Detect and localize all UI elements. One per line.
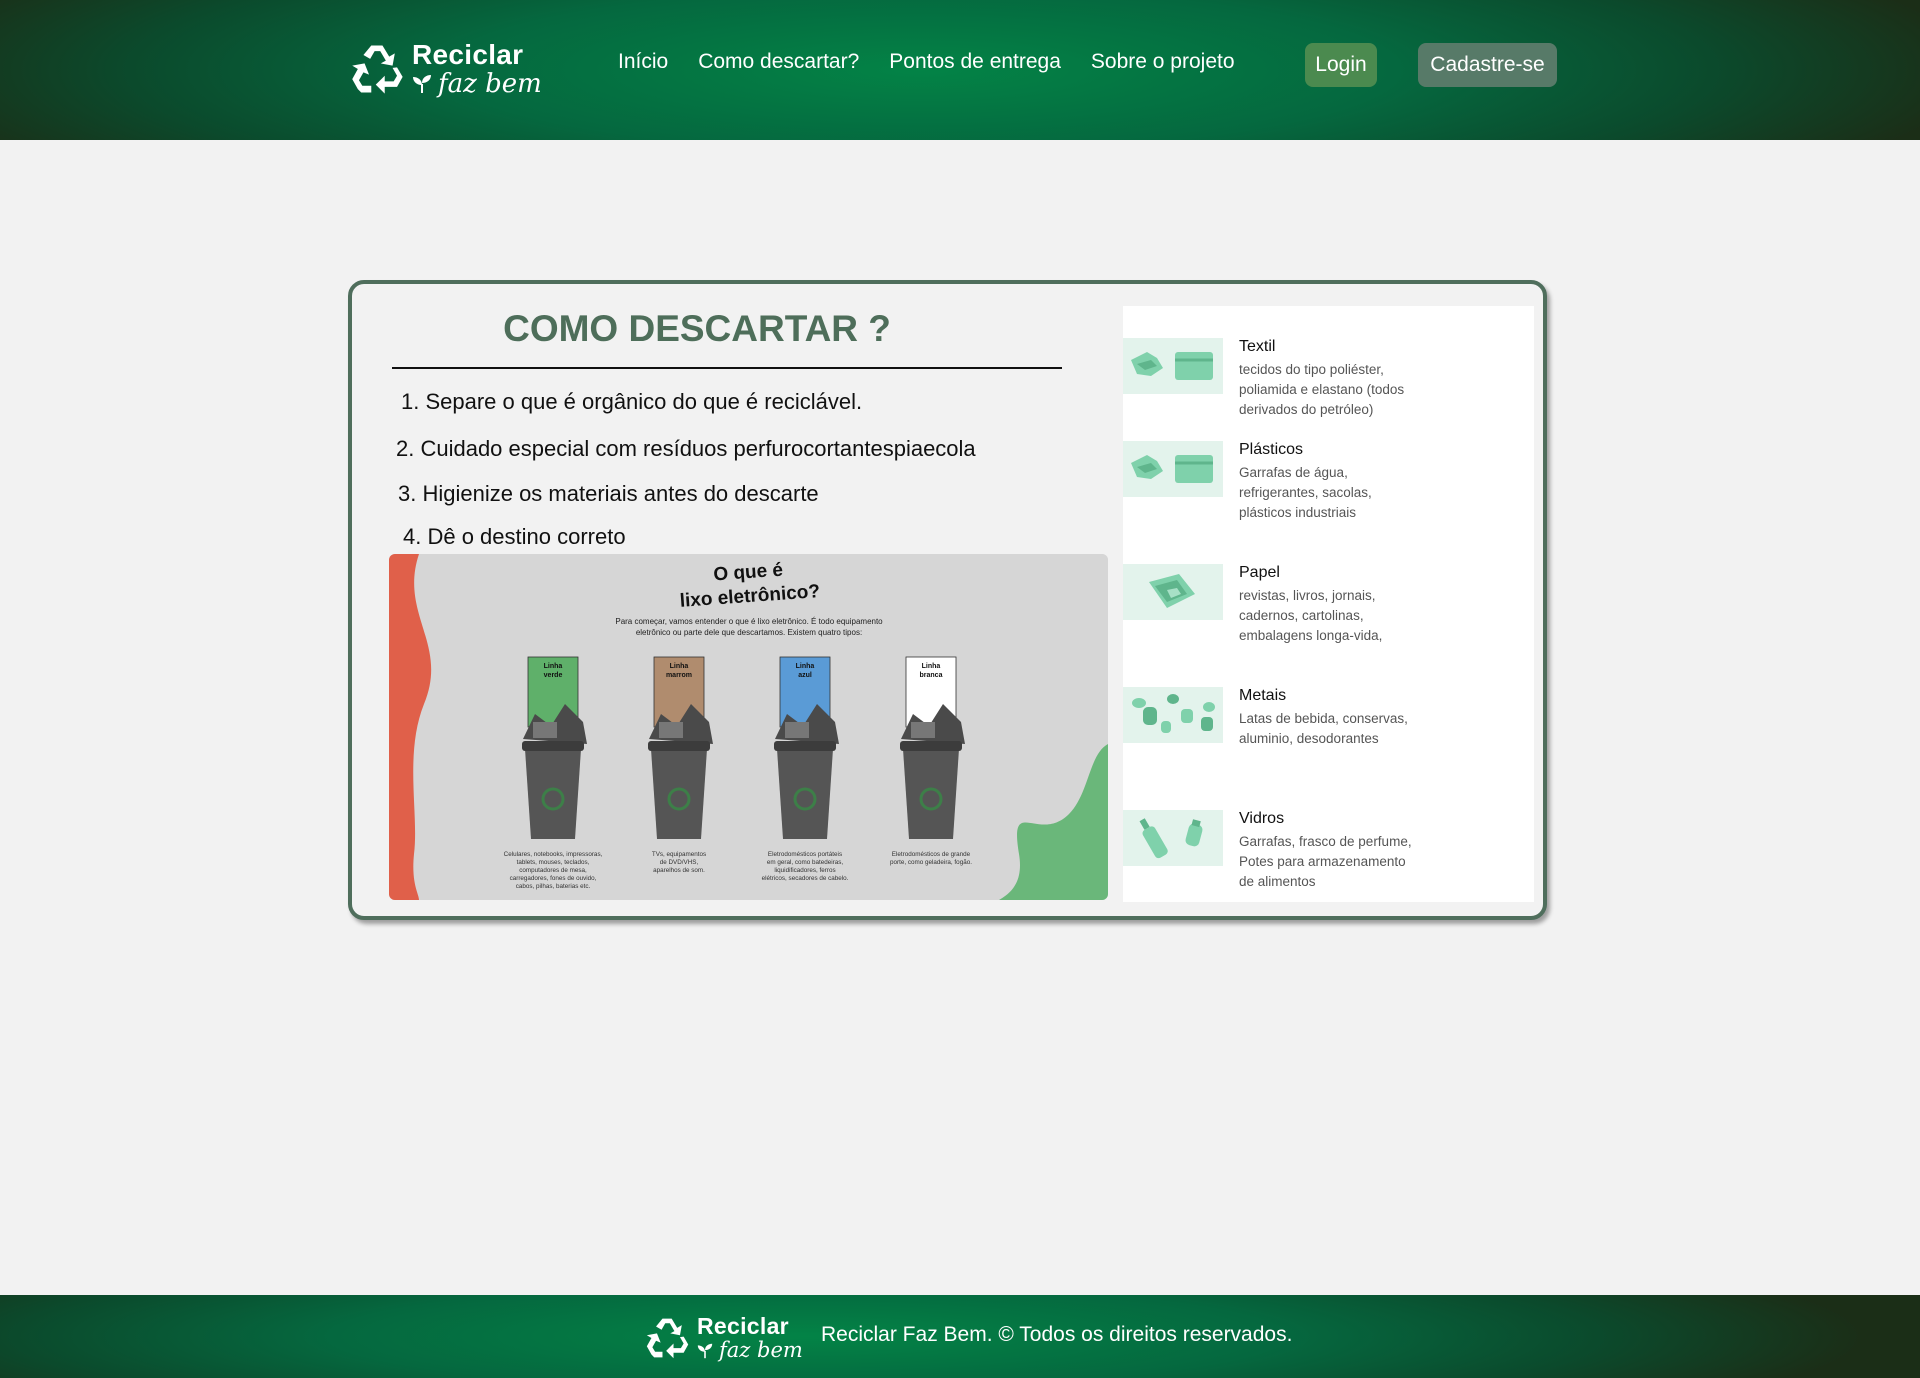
bin-label: Linha: [922, 663, 941, 670]
brand-tagline: faz bem: [719, 1338, 803, 1362]
bin-caption: Eletrodomésticos de grande: [892, 851, 971, 858]
bin-caption: Eletrodomésticos portáteis: [768, 851, 842, 858]
bin-label: marrom: [666, 672, 692, 679]
bin-label: verde: [544, 672, 563, 679]
bin-caption: computadores de mesa,: [519, 867, 587, 874]
nav-inicio[interactable]: Início: [618, 50, 668, 74]
material-desc: Garrafas, frasco de perfume, Potes para a…: [1239, 834, 1412, 889]
trash-bin-rim: [900, 741, 962, 751]
bin-caption: cabos, pilhas, baterias etc.: [516, 883, 591, 890]
trash-bin-rim: [648, 741, 710, 751]
material-name: Plásticos: [1239, 441, 1304, 458]
bin-caption: aparelhos de som.: [653, 867, 705, 874]
trash-bin: [903, 749, 959, 839]
signup-button[interactable]: Cadastre-se: [1418, 43, 1557, 87]
site-footer: Reciclar faz bem Reciclar Faz Bem. © Tod…: [0, 1295, 1920, 1378]
paper-icon: [1123, 564, 1223, 620]
material-desc: revistas, livros, jornais, cadernos, cart…: [1239, 588, 1383, 643]
bin-caption: em geral, como batedeiras,: [767, 859, 844, 866]
bottles-icon: [1123, 810, 1223, 866]
bin-caption: elétricos, secadores de cabelo.: [762, 875, 849, 882]
bin-label: Linha: [670, 663, 689, 670]
login-button[interactable]: Login: [1305, 43, 1377, 87]
cans-icon: [1123, 687, 1223, 743]
brand-tagline: faz bem: [438, 69, 542, 99]
appliance-pile: [659, 722, 683, 738]
footer-logo[interactable]: Reciclar faz bem: [645, 1314, 803, 1362]
bin-label: azul: [798, 672, 812, 679]
bin-caption: porte, como geladeira, fogão.: [890, 859, 972, 866]
nav-sobre-o-projeto[interactable]: Sobre o projeto: [1091, 50, 1235, 74]
bin-label: Linha: [544, 663, 563, 670]
infographic-intro: eletrônico ou parte dele que descartamos…: [636, 628, 862, 637]
sprout-icon: [697, 1343, 713, 1359]
bin-caption: carregadores, fones de ouvido,: [510, 875, 597, 882]
how-to-dispose-card: COMO DESCARTAR ? 1. Separe o que é orgân…: [348, 280, 1547, 920]
appliance-pile: [785, 722, 809, 738]
title-divider: [392, 367, 1062, 369]
bin-caption: liquidificadores, ferros: [774, 867, 835, 874]
clothes-icon: [1123, 338, 1223, 394]
material-desc: Latas de bebida, conservas, aluminio, des…: [1239, 711, 1408, 746]
materials-panel: Textil tecidos do tipo poliéster, poliami…: [1123, 306, 1534, 902]
step-item: 4. Dê o destino correto: [403, 524, 626, 549]
recycle-icon: [645, 1314, 691, 1362]
step-item: 2. Cuidado especial com resíduos perfuro…: [396, 436, 976, 461]
clothes-icon: [1123, 441, 1223, 497]
material-name: Papel: [1239, 564, 1280, 581]
nav-como-descartar[interactable]: Como descartar?: [698, 50, 859, 74]
trash-bin: [651, 749, 707, 839]
bin-caption: Celulares, notebooks, impressoras,: [504, 851, 603, 858]
bin-label: branca: [920, 672, 943, 679]
nav-pontos-de-entrega[interactable]: Pontos de entrega: [889, 50, 1061, 74]
sprout-icon: [412, 74, 432, 94]
recycle-icon: [350, 40, 406, 98]
step-item: 1. Separe o que é orgânico do que é reci…: [401, 389, 863, 414]
infographic-intro: Para começar, vamos entender o que é lix…: [615, 617, 883, 626]
brand-logo[interactable]: Reciclar faz bem: [350, 40, 542, 98]
bin-caption: TVs, equipamentos: [652, 851, 706, 858]
page-title: COMO DESCARTAR ?: [503, 308, 891, 349]
material-name: Vidros: [1239, 810, 1285, 827]
trash-bin-rim: [522, 741, 584, 751]
trash-bin: [525, 749, 581, 839]
brand-name: Reciclar: [697, 1313, 789, 1339]
trash-bin-rim: [774, 741, 836, 751]
material-name: Metais: [1239, 687, 1287, 704]
bin-caption: de DVD/VHS,: [660, 859, 699, 866]
trash-bin: [777, 749, 833, 839]
bin-label: Linha: [796, 663, 815, 670]
material-desc: tecidos do tipo poliéster, poliamida e el…: [1239, 362, 1405, 417]
material-name: Textil: [1239, 338, 1276, 355]
brand-name: Reciclar: [412, 39, 524, 70]
main-nav: Início Como descartar? Pontos de entrega…: [618, 50, 1235, 74]
ewaste-infographic: O que é lixo eletrônico? Para começar, v…: [389, 554, 1108, 900]
site-header: Reciclar faz bem Início Como descartar? …: [0, 0, 1920, 140]
bin-caption: tablets, mouses, teclados,: [517, 859, 590, 866]
appliance-pile: [533, 722, 557, 738]
copyright-text: Reciclar Faz Bem. © Todos os direitos re…: [821, 1323, 1293, 1346]
material-desc: Garrafas de água, refrigerantes, sacolas,…: [1239, 465, 1372, 520]
appliance-pile: [911, 722, 935, 738]
step-item: 3. Higienize os materiais antes do desca…: [398, 481, 819, 506]
